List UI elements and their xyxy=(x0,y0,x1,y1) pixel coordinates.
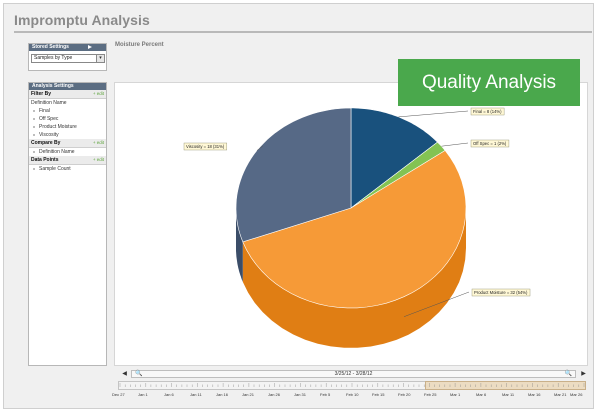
filter-by-edit-text: edit xyxy=(96,91,104,96)
filter-by-edit-link[interactable]: + edit xyxy=(93,90,104,98)
data-points-label: Data Points xyxy=(31,157,59,163)
nav-left-arrow-icon[interactable]: ◀ xyxy=(121,369,128,380)
filter-item-viscosity[interactable]: Viscosity xyxy=(29,131,106,139)
pie-label-final: Final = 8 (14%) xyxy=(470,107,505,116)
filter-item-label: Final xyxy=(39,108,50,114)
zoom-in-icon[interactable]: 🔍 xyxy=(565,371,572,377)
timeline-ticks xyxy=(119,383,585,387)
nav-right-arrow-icon[interactable]: ▶ xyxy=(580,369,587,380)
timeline-tick-label: Jan 21 xyxy=(242,392,255,397)
title-divider xyxy=(14,31,592,33)
timeline-tick-label: Mar 11 xyxy=(502,392,515,397)
filter-item-label: Viscosity xyxy=(39,132,59,138)
pie-chart: Final = 8 (14%) Off Spec = 1 (2%) Product … xyxy=(183,107,531,348)
bullet-icon xyxy=(33,110,35,112)
timeline-tick-label: Jan 31 xyxy=(294,392,307,397)
app-title: Impromptu Analysis xyxy=(14,12,150,28)
timeline-tick-label: Feb 20 xyxy=(398,392,411,397)
data-points-edit-link[interactable]: + edit xyxy=(93,156,104,164)
quality-analysis-badge: Quality Analysis xyxy=(398,59,580,106)
chart-panel: Final = 8 (14%) Off Spec = 1 (2%) Product … xyxy=(114,82,588,366)
bullet-icon xyxy=(33,168,35,170)
pie-leader-line xyxy=(398,110,469,118)
stored-settings-header: Stored Settings xyxy=(29,44,106,51)
timeline-tick-label: Dec 27 xyxy=(112,392,125,397)
timeline-tick-label: Mar 21 xyxy=(554,392,567,397)
pie-label-off-spec: Off Spec = 1 (2%) xyxy=(470,139,510,148)
compare-item-definition-name[interactable]: Definition Name xyxy=(29,148,106,156)
timeline-tick-label: Mar 1 xyxy=(450,392,461,397)
bullet-icon xyxy=(33,151,35,153)
pie-label-product-moisture: Product Moisture = 32 (54%) xyxy=(471,288,531,297)
data-item-sample-count[interactable]: Sample Count xyxy=(29,165,106,173)
bullet-icon xyxy=(33,134,35,136)
filter-by-label: Filter By xyxy=(31,91,52,97)
pie-label-text: Viscosity = 18 (31%) xyxy=(186,144,225,149)
timeline-tick-label: Jan 11 xyxy=(190,392,202,397)
play-icon[interactable] xyxy=(88,45,92,49)
definition-name-label: Definition Name xyxy=(31,100,67,106)
stored-settings-panel: Stored Settings Samples by Type ▾ xyxy=(28,43,107,71)
timeline-tick-label: Mar 6 xyxy=(476,392,487,397)
stored-settings-select[interactable]: Samples by Type ▾ xyxy=(31,54,105,63)
pie-leader-line xyxy=(441,142,469,147)
compare-item-label: Definition Name xyxy=(39,149,75,155)
timeline-slider[interactable] xyxy=(118,381,586,391)
chevron-down-icon[interactable]: ▾ xyxy=(96,55,104,62)
filter-item-label: Product Moisture xyxy=(39,124,77,130)
compare-by-edit-text: edit xyxy=(96,140,104,145)
range-scrollbar[interactable]: 🔍 3/25/12 - 3/28/12 🔍 xyxy=(131,370,576,378)
analysis-settings-header: Analysis Settings xyxy=(29,83,106,90)
bullet-icon xyxy=(33,118,35,120)
stored-settings-value: Samples by Type xyxy=(34,55,73,61)
timeline-tick-label: Mar 16 xyxy=(528,392,541,397)
timeline-tick-label: Jan 6 xyxy=(164,392,174,397)
timeline-tick-label: Mar 26 xyxy=(570,392,583,397)
pie-label-text: Final = 8 (14%) xyxy=(473,109,502,114)
pie-label-text: Product Moisture = 32 (54%) xyxy=(474,290,528,295)
analysis-settings-panel: Analysis Settings Filter By + edit Defin… xyxy=(28,82,107,366)
filter-item-off-spec[interactable]: Off Spec xyxy=(29,115,106,123)
stored-settings-title: Stored Settings xyxy=(32,44,69,50)
compare-by-label: Compare By xyxy=(31,140,61,146)
filter-item-label: Off Spec xyxy=(39,116,59,122)
range-label: 3/25/12 - 3/28/12 xyxy=(334,371,373,377)
data-points-section: Data Points + edit xyxy=(29,156,106,165)
timeline-tick-label: Jan 16 xyxy=(216,392,229,397)
filter-item-product-moisture[interactable]: Product Moisture xyxy=(29,123,106,131)
filter-by-section: Filter By + edit xyxy=(29,90,106,99)
timeline-tick-label: Feb 5 xyxy=(320,392,331,397)
chart-title: Moisture Percent xyxy=(115,42,164,48)
timeline-tick-label: Feb 25 xyxy=(424,392,437,397)
timeline-tick-label: Jan 1 xyxy=(138,392,148,397)
compare-by-edit-link[interactable]: + edit xyxy=(93,139,104,147)
data-item-label: Sample Count xyxy=(39,166,71,172)
filter-item-final[interactable]: Final xyxy=(29,107,106,115)
bullet-icon xyxy=(33,126,35,128)
range-navigator: ◀ 🔍 3/25/12 - 3/28/12 🔍 ▶ xyxy=(121,369,588,380)
timeline-tick-label: Feb 10 xyxy=(346,392,359,397)
timeline-tick-label: Jan 26 xyxy=(268,392,281,397)
analysis-settings-title: Analysis Settings xyxy=(32,83,74,89)
pie-label-text: Off Spec = 1 (2%) xyxy=(473,141,507,146)
data-points-edit-text: edit xyxy=(96,157,104,162)
timeline-tick-label: Feb 15 xyxy=(372,392,385,397)
pie-label-viscosity: Viscosity = 18 (31%) xyxy=(183,142,228,151)
compare-by-section: Compare By + edit xyxy=(29,139,106,148)
